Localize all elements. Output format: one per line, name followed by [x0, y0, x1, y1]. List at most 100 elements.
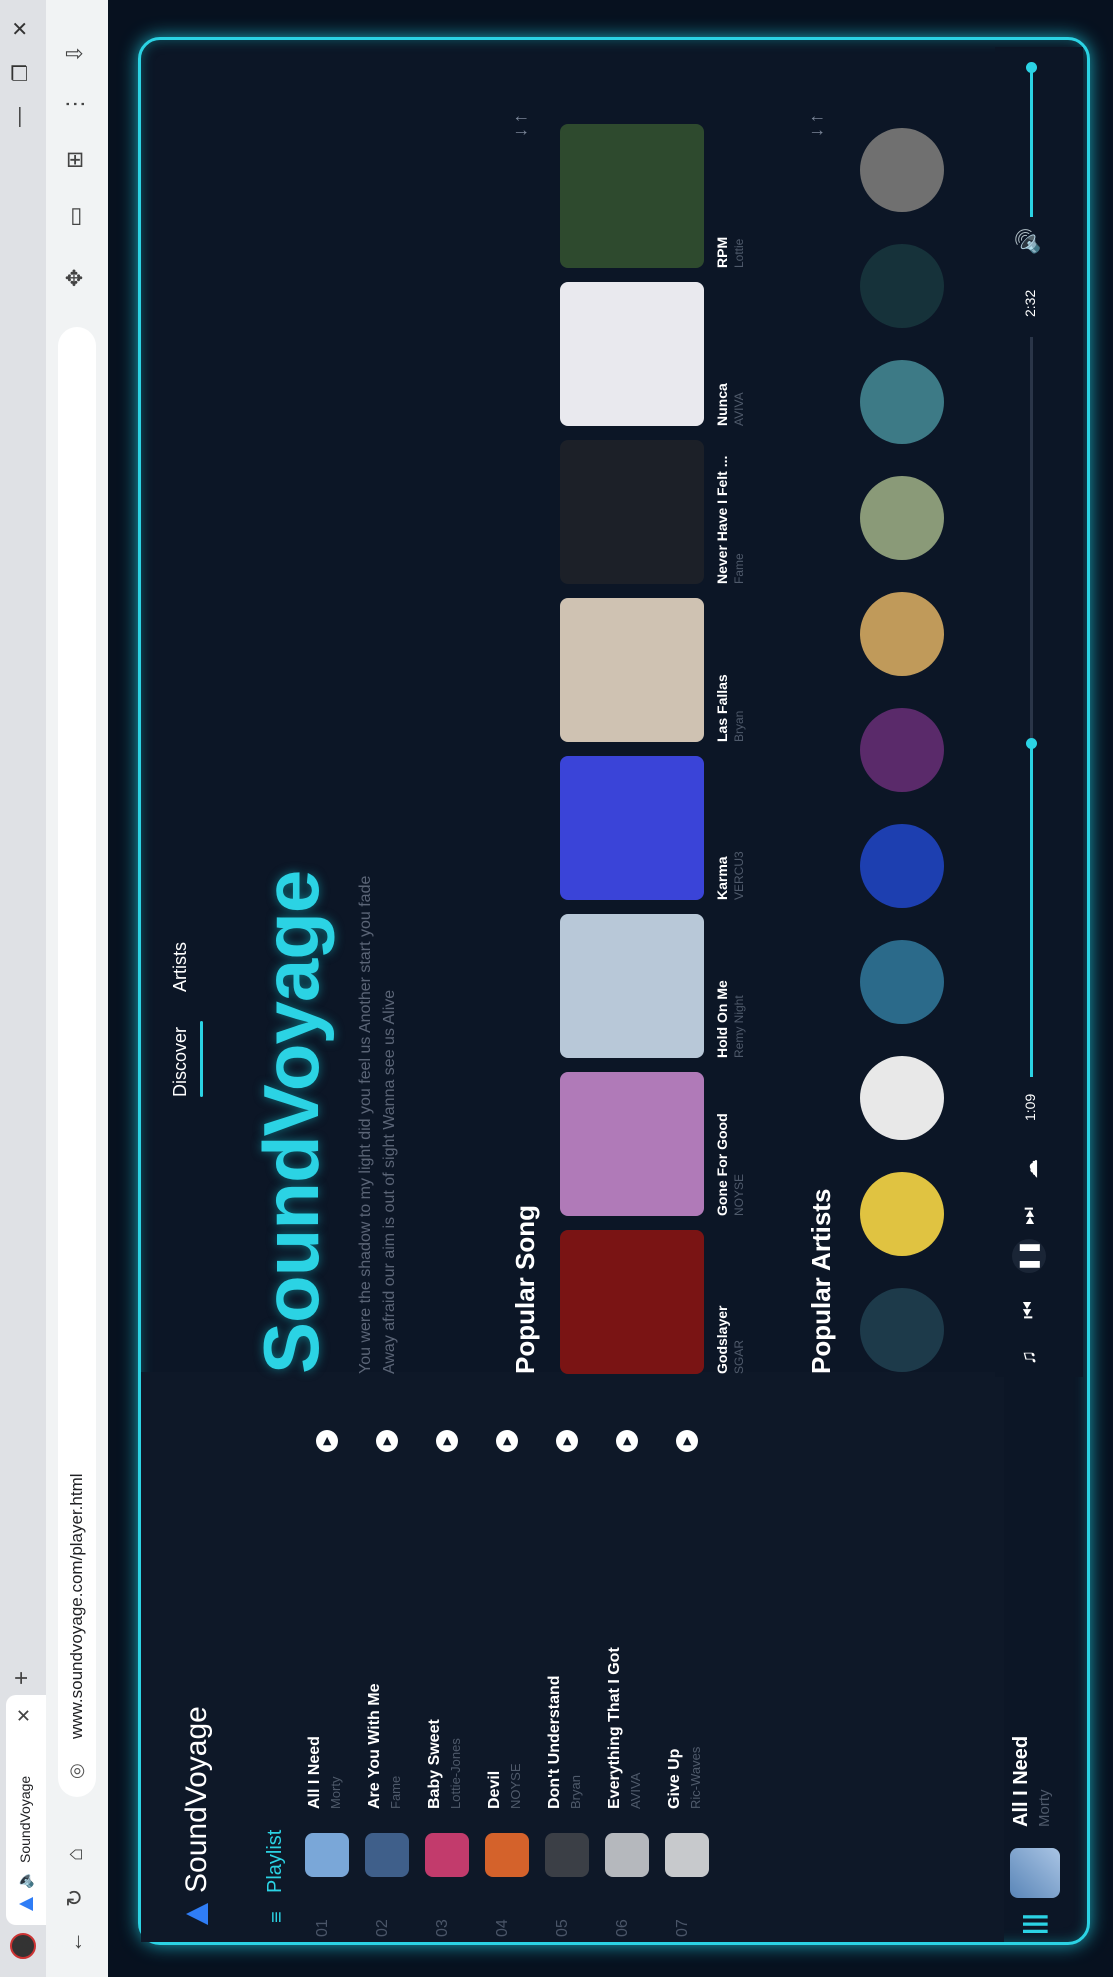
tab-search-icon[interactable]: ⊞ — [62, 151, 88, 169]
play-icon[interactable]: ▶ — [316, 1430, 338, 1452]
song-card[interactable]: Gone For Good NOYSE — [560, 1072, 746, 1216]
track-number: 02 — [374, 1919, 391, 1937]
close-window-button[interactable]: ✕ — [8, 20, 33, 37]
address-bar[interactable]: ◎ www.soundvoyage.com/player.html — [58, 327, 96, 1797]
play-icon[interactable]: ▶ — [496, 1430, 518, 1452]
song-scroll-arrows-icon[interactable]: ↓ ↑ — [510, 114, 531, 137]
profile-avatar[interactable] — [10, 1933, 36, 1959]
tab-close-icon[interactable]: ✕ — [14, 1708, 35, 1723]
song-artist: Lottie — [732, 238, 746, 268]
track-cover — [545, 1833, 589, 1877]
track-title: Baby Sweet — [426, 1719, 443, 1809]
popular-song-heading: Popular Song — [510, 1205, 540, 1374]
skip-previous-icon[interactable]: ⏮ — [1018, 1301, 1041, 1319]
song-card[interactable]: Karma VERCU3 — [560, 756, 746, 900]
artist-avatar[interactable] — [860, 360, 944, 444]
track-title: All I Need — [306, 1736, 323, 1809]
artist-avatar[interactable] — [860, 476, 944, 560]
play-icon[interactable]: ▶ — [616, 1430, 638, 1452]
downloads-icon[interactable]: ⇩ — [62, 45, 88, 63]
playlist-item[interactable]: 02 Are You With Me Fame ▶ — [360, 1417, 416, 1937]
menu-icon[interactable]: ||| — [1018, 1913, 1049, 1935]
playlist-item[interactable]: 06 Everything That I Got AVIVA ▶ — [600, 1417, 656, 1937]
song-card[interactable]: Godslayer SGAR — [560, 1230, 746, 1374]
speaker-icon[interactable]: 🔈 — [15, 1869, 35, 1889]
song-cover — [560, 914, 704, 1058]
tab-discover[interactable]: Discover — [170, 1027, 191, 1097]
song-card[interactable]: Las Fallas Bryan — [560, 598, 746, 742]
song-artist: SGAR — [732, 1339, 746, 1374]
extensions-icon[interactable]: ✥ — [62, 269, 88, 287]
download-icon[interactable]: ☁ — [1018, 1159, 1043, 1179]
song-cover — [560, 282, 704, 426]
track-number: 06 — [614, 1919, 631, 1937]
track-cover — [365, 1833, 409, 1877]
volume-fill — [1030, 67, 1033, 217]
volume-icon[interactable]: 🔊 — [1015, 228, 1041, 255]
track-title: Devil — [486, 1770, 503, 1809]
progress-knob[interactable] — [1026, 738, 1037, 749]
artist-scroll-arrows-icon[interactable]: ↓ ↑ — [806, 114, 827, 137]
pause-icon[interactable]: ❚❚ — [1012, 1239, 1046, 1273]
volume-knob[interactable] — [1026, 62, 1037, 73]
tab-artists[interactable]: Artists — [170, 942, 191, 992]
artist-avatar[interactable] — [860, 1288, 944, 1372]
song-artist: Bryan — [732, 710, 746, 742]
play-icon[interactable]: ▶ — [556, 1430, 578, 1452]
track-artist: NOYSE — [508, 1763, 523, 1809]
play-icon[interactable]: ▶ — [676, 1430, 698, 1452]
track-number: 05 — [554, 1919, 571, 1937]
volume-slider[interactable] — [1026, 62, 1037, 217]
artist-avatar[interactable] — [860, 1056, 944, 1140]
progress-fill — [1030, 744, 1033, 1077]
song-card[interactable]: Nunca AVIVA — [560, 282, 746, 426]
artist-avatar[interactable] — [860, 824, 944, 908]
browser-tab[interactable]: 🔈 SoundVoyage ✕ — [6, 1695, 46, 1925]
song-artist: AVIVA — [732, 392, 746, 426]
more-menu-icon[interactable]: ⋮ — [62, 93, 88, 115]
song-title: Karma — [714, 856, 730, 900]
restore-button[interactable]: ❐ — [8, 64, 33, 82]
home-icon[interactable]: ⌂ — [62, 1848, 88, 1861]
song-card[interactable]: Never Have I Felt ... Fame — [560, 440, 746, 584]
new-tab-button[interactable]: + — [8, 1671, 36, 1685]
artist-avatar[interactable] — [860, 244, 944, 328]
artist-avatar[interactable] — [860, 1172, 944, 1256]
url-text: www.soundvoyage.com/player.html — [67, 1473, 86, 1739]
song-card[interactable]: Hold On Me Remy Night — [560, 914, 746, 1058]
back-icon[interactable]: ← — [62, 1931, 88, 1953]
artist-avatar[interactable] — [860, 708, 944, 792]
site-info-icon[interactable]: ◎ — [66, 1763, 87, 1779]
artist-avatar[interactable] — [860, 940, 944, 1024]
playlist-toggle-icon[interactable]: ♫ — [1018, 1350, 1041, 1365]
track-artist: Fame — [388, 1775, 403, 1809]
rotated-screen: 🔈 SoundVoyage ✕ + — ❐ ✕ ← ↻ ⌂ ◎ www.soun… — [0, 0, 1113, 1977]
popular-artists-heading: Popular Artists — [806, 1188, 836, 1374]
playlist-item[interactable]: 01 All I Need Morty ▶ — [300, 1417, 356, 1937]
minimize-button[interactable]: — — [8, 107, 31, 127]
reload-icon[interactable]: ↻ — [62, 1889, 88, 1907]
song-artist: NOYSE — [732, 1173, 746, 1216]
hero-title: SoundVoyage — [247, 870, 335, 1374]
song-cover — [560, 1072, 704, 1216]
playlist-heading: Playlist — [264, 1829, 286, 1893]
track-artist: Ric-Waves — [688, 1746, 703, 1809]
play-icon[interactable]: ▶ — [376, 1430, 398, 1452]
track-cover — [605, 1833, 649, 1877]
hero-tagline-1: You were the shadow to my light did you … — [357, 875, 374, 1374]
favicon-icon — [19, 1897, 33, 1911]
song-title: Godslayer — [714, 1305, 730, 1374]
playlist-item[interactable]: 04 Devil NOYSE ▶ — [480, 1417, 536, 1937]
progress-slider[interactable] — [1026, 337, 1037, 1077]
skip-next-icon[interactable]: ⏭ — [1018, 1207, 1041, 1225]
reading-mode-icon[interactable]: ▭ — [62, 206, 88, 227]
track-title: Don't Understand — [546, 1675, 563, 1809]
sidebar-brand: SoundVoyage — [180, 1706, 213, 1893]
playlist-item[interactable]: 05 Don't Understand Bryan ▶ — [540, 1417, 596, 1937]
play-icon[interactable]: ▶ — [436, 1430, 458, 1452]
artist-avatar[interactable] — [860, 592, 944, 676]
artist-avatar[interactable] — [860, 128, 944, 212]
playlist-item[interactable]: 07 Give Up Ric-Waves ▶ — [660, 1417, 716, 1937]
song-card[interactable]: RPM Lottie — [560, 124, 746, 268]
playlist-item[interactable]: 03 Baby Sweet Lottie-Jones ▶ — [420, 1417, 476, 1937]
